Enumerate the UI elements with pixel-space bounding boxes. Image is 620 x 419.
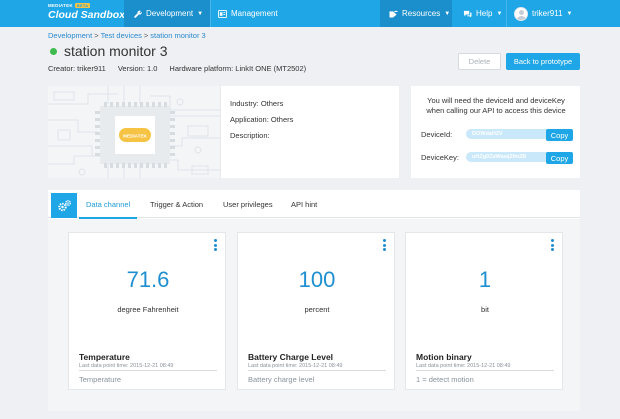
device-info-panel: MEDIATEK Industry: Others Application: O… bbox=[48, 86, 399, 178]
chat-icon bbox=[463, 10, 472, 18]
channel-unit: bit bbox=[481, 305, 489, 314]
wrench-icon bbox=[134, 10, 142, 18]
data-channel-card[interactable]: 71.6 degree Fahrenheit Temperature Last … bbox=[68, 232, 226, 390]
back-to-prototype-button[interactable]: Back to prototype bbox=[506, 53, 580, 70]
user-menu[interactable]: triker911 ▼ bbox=[514, 0, 572, 27]
device-tabs-panel: Data channel Trigger & Action User privi… bbox=[48, 190, 580, 411]
tab-strip: Data channel Trigger & Action User privi… bbox=[48, 190, 580, 219]
card-divider bbox=[79, 370, 217, 371]
nav-management[interactable]: Management bbox=[218, 0, 278, 27]
device-key-label: DeviceKey: bbox=[421, 153, 459, 162]
circuit-board-illustration: MEDIATEK bbox=[48, 86, 220, 178]
channel-last-time: Last data point time: 2015-12-21 08:49 bbox=[79, 363, 174, 369]
channel-name: Motion binary bbox=[416, 352, 472, 362]
channel-name: Battery Charge Level bbox=[248, 352, 334, 362]
nav-development[interactable]: Development ▼ bbox=[124, 0, 210, 27]
channel-description: Battery charge level bbox=[248, 375, 315, 384]
channel-description: Temperature bbox=[79, 375, 122, 384]
tab-trigger-action[interactable]: Trigger & Action bbox=[150, 190, 203, 218]
breadcrumb-development[interactable]: Development bbox=[48, 31, 92, 40]
copy-device-key-button[interactable]: Copy bbox=[546, 152, 573, 164]
caret-down-icon: ▼ bbox=[566, 10, 573, 17]
page-title: station monitor 3 bbox=[64, 43, 168, 59]
device-id-value: DOWdaH2V bbox=[466, 129, 552, 139]
tab-user-privileges[interactable]: User privileges bbox=[223, 190, 273, 218]
board-image: MEDIATEK bbox=[48, 86, 220, 178]
beta-badge: BETA bbox=[74, 3, 91, 8]
device-meta: Creator: triker911 Version: 1.0 Hardware… bbox=[48, 64, 306, 73]
nav-help[interactable]: Help ▼ bbox=[463, 0, 502, 27]
device-id-label: DeviceId: bbox=[421, 130, 453, 139]
breadcrumb: Development > Test devices > station monitor… bbox=[48, 31, 206, 40]
nav-development-label: Development bbox=[146, 9, 194, 18]
breadcrumb-separator: > bbox=[94, 31, 99, 40]
board-logo-text: MEDIATEK bbox=[123, 134, 147, 139]
caret-down-icon: ▼ bbox=[197, 10, 204, 17]
data-channel-card[interactable]: 1 bit Motion binary Last data point time… bbox=[405, 232, 563, 390]
data-channel-card[interactable]: 100 percent Battery Charge Level Last da… bbox=[237, 232, 395, 390]
card-divider bbox=[416, 370, 554, 371]
management-icon bbox=[218, 9, 227, 18]
resources-icon bbox=[389, 10, 398, 18]
api-key-note: You will need the deviceId and deviceKey… bbox=[426, 96, 566, 115]
card-divider bbox=[248, 370, 386, 371]
tab-data-channel[interactable]: Data channel bbox=[86, 190, 130, 218]
device-attributes: Industry: Others Application: Others Des… bbox=[230, 96, 293, 144]
online-status-dot bbox=[50, 48, 57, 55]
channel-description: 1 = detect motion bbox=[416, 375, 474, 384]
channel-name: Temperature bbox=[79, 352, 130, 362]
tab-api-hint[interactable]: API hint bbox=[291, 190, 317, 218]
channel-last-time: Last data point time: 2015-12-21 08:49 bbox=[416, 363, 511, 369]
nav-help-label: Help bbox=[476, 9, 493, 18]
nav-divider bbox=[210, 0, 211, 27]
nav-management-label: Management bbox=[231, 9, 278, 18]
channel-value: 71.6 bbox=[126, 267, 170, 292]
breadcrumb-current[interactable]: station monitor 3 bbox=[150, 31, 205, 40]
channel-unit: percent bbox=[304, 305, 330, 314]
nav-resources-label: Resources bbox=[402, 9, 441, 18]
description-label: Description: bbox=[230, 131, 270, 140]
caret-down-icon: ▼ bbox=[496, 10, 503, 17]
channel-value: 100 bbox=[298, 267, 336, 292]
copy-device-id-button[interactable]: Copy bbox=[546, 129, 573, 141]
channel-value: 1 bbox=[478, 267, 492, 292]
kebab-menu-icon[interactable] bbox=[383, 239, 386, 251]
breadcrumb-separator: > bbox=[143, 31, 149, 40]
industry-label: Industry: Others bbox=[230, 99, 284, 108]
gears-icon bbox=[51, 193, 77, 218]
application-label: Application: Others bbox=[230, 115, 294, 124]
kebab-menu-icon[interactable] bbox=[214, 239, 217, 251]
device-hardware: Hardware platform: LinkIt ONE (MT2502) bbox=[169, 64, 307, 73]
kebab-menu-icon[interactable] bbox=[551, 239, 554, 251]
nav-resources[interactable]: Resources ▼ bbox=[380, 0, 452, 27]
info-divider bbox=[220, 86, 221, 178]
device-creator: Creator: triker911 bbox=[48, 64, 106, 73]
breadcrumb-test-devices[interactable]: Test devices bbox=[101, 31, 142, 40]
device-version: Version: 1.0 bbox=[117, 64, 158, 73]
nav-divider bbox=[506, 0, 507, 27]
brand-name: Cloud Sandbox bbox=[48, 9, 125, 21]
top-navbar: MEDIATEK BETA Cloud Sandbox Development ▼… bbox=[0, 0, 620, 27]
brand-vendor: MEDIATEK BETA bbox=[48, 3, 91, 8]
caret-down-icon: ▼ bbox=[444, 10, 451, 17]
channel-unit: degree Fahrenheit bbox=[117, 305, 179, 314]
delete-button[interactable]: Delete bbox=[458, 53, 501, 70]
channel-last-time: Last data point time: 2015-12-21 08:49 bbox=[248, 363, 343, 369]
device-key-value: uHZg0ZaWawj2fm2B bbox=[466, 152, 552, 162]
avatar bbox=[514, 6, 528, 21]
brand-logo[interactable]: MEDIATEK BETA Cloud Sandbox bbox=[48, 3, 125, 24]
user-name: triker911 bbox=[532, 9, 563, 18]
